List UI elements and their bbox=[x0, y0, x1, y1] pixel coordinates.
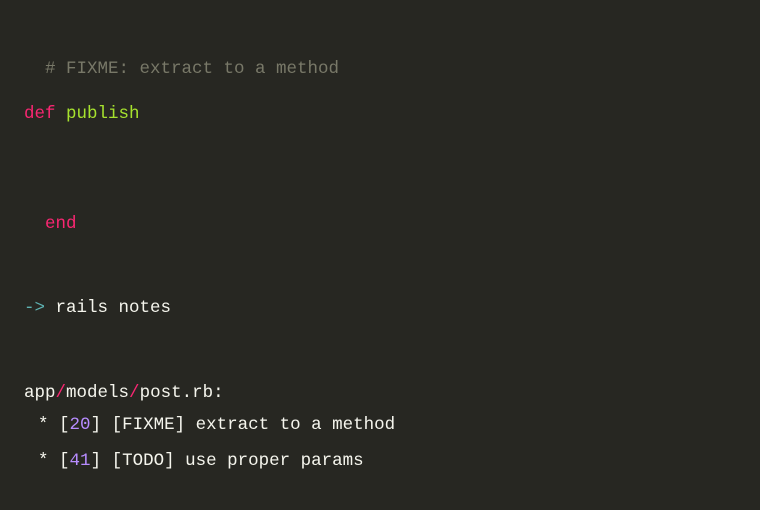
code-def-line: def publish bbox=[24, 101, 736, 127]
note-tag: FIXME bbox=[122, 415, 175, 435]
path-colon: : bbox=[213, 383, 224, 403]
note-line: * [20] [FIXME] extract to a method bbox=[24, 412, 736, 438]
end-keyword: end bbox=[45, 214, 77, 234]
note-message: extract to a method bbox=[196, 415, 396, 435]
def-keyword: def bbox=[24, 104, 56, 124]
bullet: * bbox=[38, 451, 49, 471]
spacer bbox=[24, 87, 736, 101]
comment-text: # FIXME: extract to a method bbox=[45, 59, 339, 79]
path-segment: post.rb bbox=[140, 383, 214, 403]
bracket-open: [ bbox=[59, 415, 70, 435]
bracket-close: ] bbox=[91, 451, 102, 471]
note-tag: TODO bbox=[122, 451, 164, 471]
line-number: 41 bbox=[70, 451, 91, 471]
bracket-close: ] bbox=[164, 451, 175, 471]
path-segment: models bbox=[66, 383, 129, 403]
bracket-open: [ bbox=[59, 451, 70, 471]
method-name: publish bbox=[66, 104, 140, 124]
note-message: use proper params bbox=[185, 451, 364, 471]
bracket-open: [ bbox=[112, 451, 123, 471]
note-line: * [41] [TODO] use proper params bbox=[24, 448, 736, 474]
bracket-open: [ bbox=[112, 415, 123, 435]
terminal-command: rails notes bbox=[56, 298, 172, 318]
path-separator: / bbox=[56, 383, 67, 403]
spacer bbox=[24, 326, 736, 380]
prompt-arrow: -> bbox=[24, 298, 45, 318]
bracket-close: ] bbox=[175, 415, 186, 435]
bullet: * bbox=[38, 415, 49, 435]
terminal-command-line: -> rails notes bbox=[24, 295, 736, 321]
code-comment-line: # FIXME: extract to a method bbox=[24, 30, 736, 83]
line-number: 20 bbox=[70, 415, 91, 435]
output-path-line: app/models/post.rb: bbox=[24, 380, 736, 406]
bracket-close: ] bbox=[91, 415, 102, 435]
path-segment: app bbox=[24, 383, 56, 403]
code-end-line: end bbox=[24, 185, 736, 238]
spacer bbox=[24, 131, 736, 185]
path-separator: / bbox=[129, 383, 140, 403]
spacer bbox=[24, 241, 736, 295]
